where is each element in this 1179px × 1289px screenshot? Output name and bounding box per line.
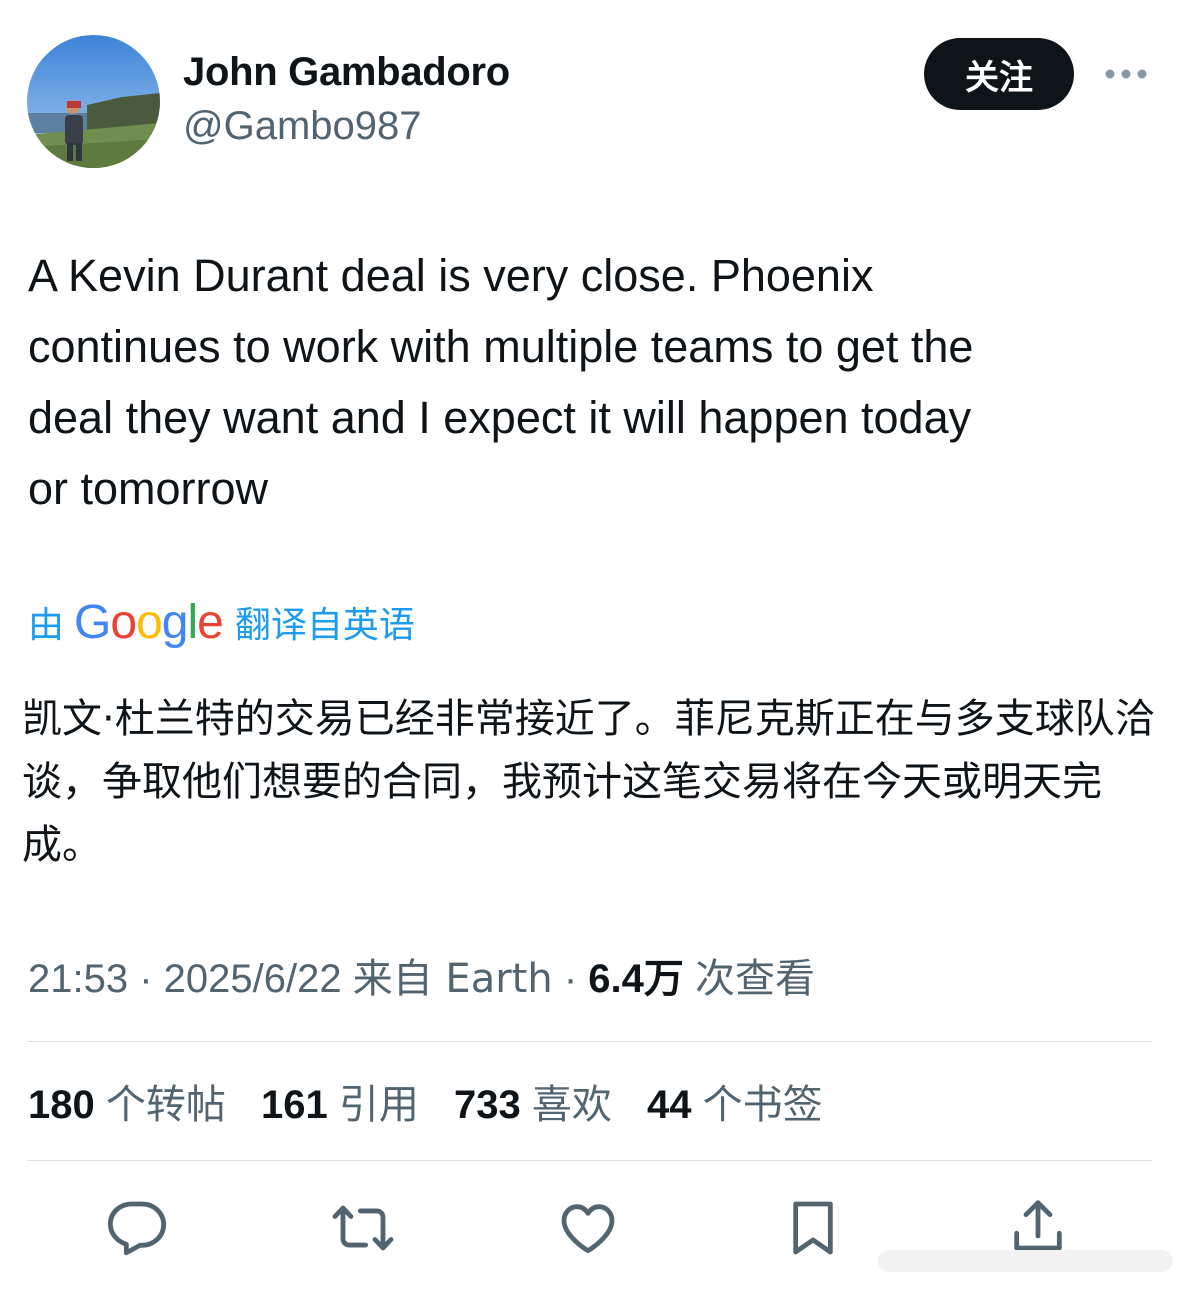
repost-button[interactable] [331,1196,395,1260]
watermark [878,1250,1173,1272]
likes-label[interactable]: 喜欢 [532,1082,612,1128]
divider [27,1160,1152,1161]
reply-button[interactable] [105,1196,169,1260]
tweet-timestamp[interactable]: 21:53 · 2025/6/22 [28,957,342,1001]
reply-icon [107,1201,167,1256]
like-button[interactable] [556,1196,620,1260]
google-logo: Google [74,595,224,649]
repost-icon [332,1205,394,1251]
translation-prefix: 由 [28,605,65,646]
more-icon[interactable] [1100,56,1152,92]
tweet-meta: 21:53 · 2025/6/22 来自 Earth · 6.4万 次查看 [28,956,815,1002]
translated-text: 凯文·杜兰特的交易已经非常接近了。菲尼克斯正在与多支球队洽谈，争取他们想要的合同… [22,696,1155,868]
user-handle[interactable]: @Gambo987 [183,104,422,149]
bookmarks-count[interactable]: 44 [647,1083,692,1127]
avatar[interactable] [27,35,160,168]
divider [27,1041,1152,1042]
translation-suffix: 翻译自英语 [234,605,415,646]
engagement-stats: 180 个转帖 161 引用 733 喜欢 44 个书签 [28,1072,847,1130]
views-label: 次查看 [695,956,815,1002]
quotes-count[interactable]: 161 [261,1083,328,1127]
follow-button[interactable]: 关注 [924,38,1074,110]
likes-count[interactable]: 733 [454,1083,521,1127]
bookmark-button[interactable] [781,1196,845,1260]
bookmarks-label[interactable]: 个书签 [703,1082,823,1128]
reposts-label[interactable]: 个转帖 [106,1082,226,1128]
translation-attribution[interactable]: 由 Google 翻译自英语 [28,592,415,652]
views-count: 6.4万 [588,957,684,1001]
quotes-label[interactable]: 引用 [339,1082,419,1128]
like-icon [561,1204,615,1254]
reposts-count[interactable]: 180 [28,1083,95,1127]
tweet-source: 来自 Earth [352,956,553,1002]
bookmark-icon [793,1201,833,1255]
avatar-photo [27,35,160,168]
tweet-text: A Kevin Durant deal is very close. Phoen… [28,250,974,514]
user-name[interactable]: John Gambadoro [183,50,510,95]
